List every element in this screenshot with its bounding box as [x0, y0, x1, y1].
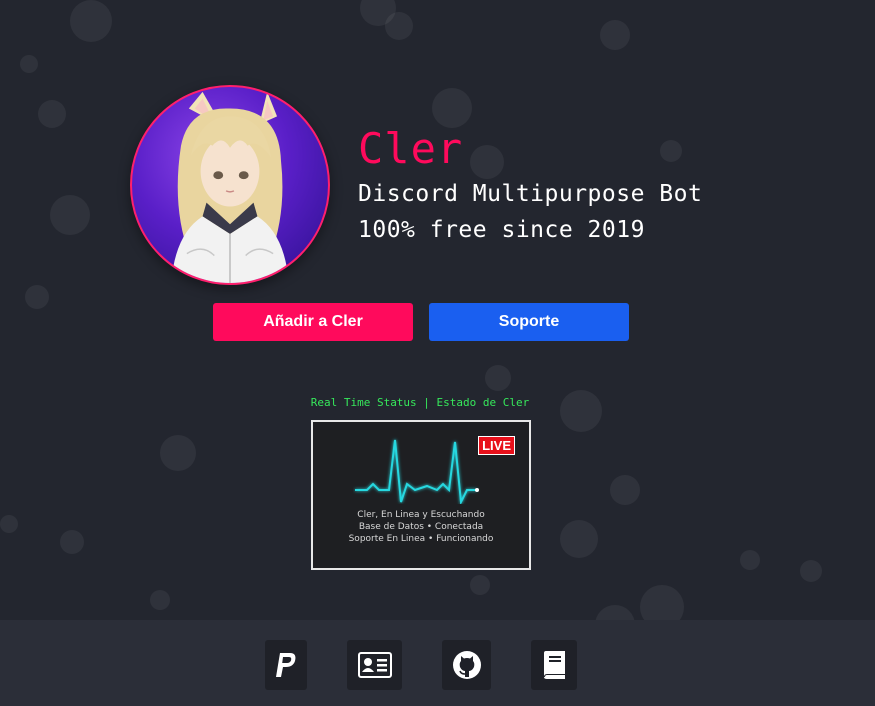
anime-girl-avatar-icon: [171, 91, 289, 283]
status-label: Real Time Status | Estado de Cler: [310, 396, 530, 409]
tagline-free: 100% free since 2019: [358, 217, 645, 243]
docs-link[interactable]: [531, 640, 577, 690]
status-line-support: Soporte En Linea • Funcionando: [348, 534, 494, 544]
status-line-database: Base de Datos • Conectada: [358, 522, 484, 532]
live-badge: LIVE: [478, 436, 515, 455]
github-link[interactable]: [442, 640, 491, 690]
status-card[interactable]: LIVE Cler, En Linea y Escuchando Base de…: [311, 420, 531, 570]
footer: [0, 620, 875, 706]
paypal-link[interactable]: [265, 640, 307, 690]
paypal-icon: [276, 653, 296, 677]
github-icon: [452, 651, 481, 679]
avatar: [130, 85, 330, 285]
bot-name: Cler: [358, 124, 464, 173]
status-line-online: Cler, En Linea y Escuchando: [357, 510, 485, 520]
id-card-icon: [357, 652, 392, 678]
heartbeat-icon: [355, 439, 479, 504]
add-bot-button[interactable]: Añadir a Cler: [213, 303, 413, 341]
main-content: Cler Discord Multipurpose Bot 100% free …: [0, 0, 875, 706]
id-card-link[interactable]: [347, 640, 402, 690]
tagline-description: Discord Multipurpose Bot: [358, 181, 703, 207]
book-icon: [544, 651, 565, 679]
support-button[interactable]: Soporte: [429, 303, 629, 341]
